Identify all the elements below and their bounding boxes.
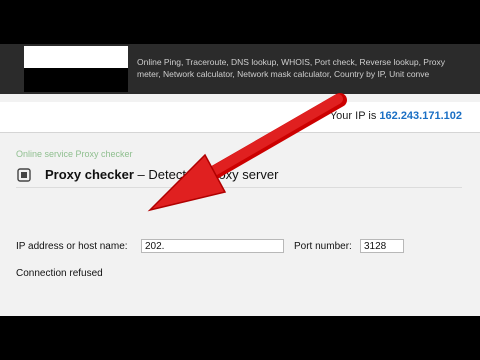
page-title-bold: Proxy checker <box>45 167 134 182</box>
page-title: Proxy checker – Detects a proxy server <box>45 167 278 182</box>
logo-white-block <box>24 46 128 68</box>
top-nav-line-2[interactable]: meter, Network calculator, Network mask … <box>137 68 480 80</box>
proxy-tool-icon <box>17 168 31 182</box>
port-input[interactable] <box>360 239 404 253</box>
site-logo[interactable] <box>24 46 128 92</box>
top-nav-line-1[interactable]: Online Ping, Traceroute, DNS lookup, WHO… <box>137 56 480 68</box>
your-ip-bar: Your IP is 162.243.171.102 <box>0 102 480 133</box>
your-ip-label: Your IP is <box>329 110 377 122</box>
page-title-subtitle: – Detects a proxy server <box>133 167 279 182</box>
breadcrumb-service-link[interactable]: Online service Proxy checker <box>16 149 133 159</box>
site-header: Online Ping, Traceroute, DNS lookup, WHO… <box>0 44 480 94</box>
your-ip-value: 162.243.171.102 <box>379 110 462 122</box>
your-ip-line: Your IP is 162.243.171.102 <box>330 110 462 122</box>
proxy-checker-panel: Online service Proxy checker Proxy check… <box>0 133 480 316</box>
title-divider <box>16 187 462 188</box>
top-nav-links[interactable]: Online Ping, Traceroute, DNS lookup, WHO… <box>137 56 480 80</box>
browser-viewport: Online Ping, Traceroute, DNS lookup, WHO… <box>0 44 480 316</box>
result-message: Connection refused <box>16 268 103 279</box>
host-label: IP address or host name: <box>16 241 128 252</box>
host-input[interactable] <box>141 239 284 253</box>
port-label: Port number: <box>294 241 352 252</box>
